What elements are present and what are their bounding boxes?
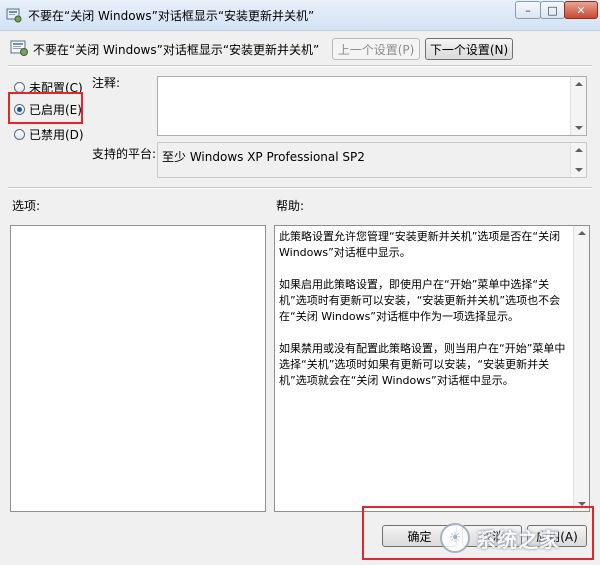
options-label: 选项: xyxy=(12,199,41,213)
minimize-icon: – xyxy=(525,3,531,17)
help-scrollbar[interactable] xyxy=(573,226,589,511)
comment-scrollbar[interactable] xyxy=(570,77,586,135)
previous-setting-button[interactable]: 上一个设置(P) xyxy=(332,38,420,60)
close-button[interactable]: ✕ xyxy=(564,1,598,19)
watermark-logo-icon: ☀ xyxy=(440,523,470,553)
next-setting-button[interactable]: 下一个设置(N) xyxy=(425,38,513,60)
help-text: 此策略设置允许您管理“安装更新并关机”选项是否在“关闭 Windows”对话框中… xyxy=(279,229,569,405)
policy-dialog: 不要在“关闭 Windows”对话框显示“安装更新并关机” – □ ✕ 不要在“… xyxy=(0,0,600,565)
close-icon: ✕ xyxy=(576,3,586,17)
help-panel: 此策略设置允许您管理“安装更新并关机”选项是否在“关闭 Windows”对话框中… xyxy=(274,225,590,512)
window-title: 不要在“关闭 Windows”对话框显示“安装更新并关机” xyxy=(28,9,315,23)
minimize-button[interactable]: – xyxy=(515,1,541,19)
section-divider xyxy=(8,187,592,189)
comment-textarea[interactable] xyxy=(157,76,587,136)
scroll-down-icon[interactable] xyxy=(575,168,583,172)
policy-setting-icon xyxy=(10,40,28,56)
help-paragraph: 此策略设置允许您管理“安装更新并关机”选项是否在“关闭 Windows”对话框中… xyxy=(279,230,561,259)
site-watermark: ☀ 系统之家 xyxy=(440,520,590,556)
scroll-up-icon[interactable] xyxy=(575,82,583,86)
policy-settings-icon xyxy=(6,8,22,23)
platform-field: 至少 Windows XP Professional SP2 xyxy=(157,142,587,178)
comment-label: 注释: xyxy=(92,76,121,90)
platform-value: 至少 Windows XP Professional SP2 xyxy=(162,150,365,164)
platform-scrollbar[interactable] xyxy=(570,143,586,177)
maximize-icon: □ xyxy=(547,3,558,17)
help-paragraph: 如果启用此策略设置，即使用户在“开始”菜单中选择“关机”选项时有更新可以安装，“… xyxy=(279,278,561,323)
scroll-up-icon[interactable] xyxy=(578,231,586,235)
radio-disabled[interactable]: 已禁用(D) xyxy=(14,126,84,143)
title-bar[interactable]: 不要在“关闭 Windows”对话框显示“安装更新并关机” – □ ✕ xyxy=(0,0,600,31)
radio-button[interactable] xyxy=(14,129,25,140)
policy-name: 不要在“关闭 Windows”对话框显示“安装更新并关机” xyxy=(33,43,320,57)
header-divider xyxy=(8,65,592,67)
platform-label: 支持的平台: xyxy=(92,147,157,161)
help-label: 帮助: xyxy=(276,199,305,213)
maximize-button[interactable]: □ xyxy=(540,1,565,19)
scroll-up-icon[interactable] xyxy=(575,148,583,152)
scroll-down-icon[interactable] xyxy=(575,126,583,130)
highlight-box-enabled xyxy=(8,92,83,124)
watermark-text: 系统之家 xyxy=(476,527,560,552)
help-paragraph: 如果禁用或没有配置此策略设置，则当用户在“开始”菜单中选择“关机”选项时如果有更… xyxy=(279,342,566,387)
options-panel xyxy=(10,225,266,512)
radio-label: 已禁用(D) xyxy=(29,128,84,142)
